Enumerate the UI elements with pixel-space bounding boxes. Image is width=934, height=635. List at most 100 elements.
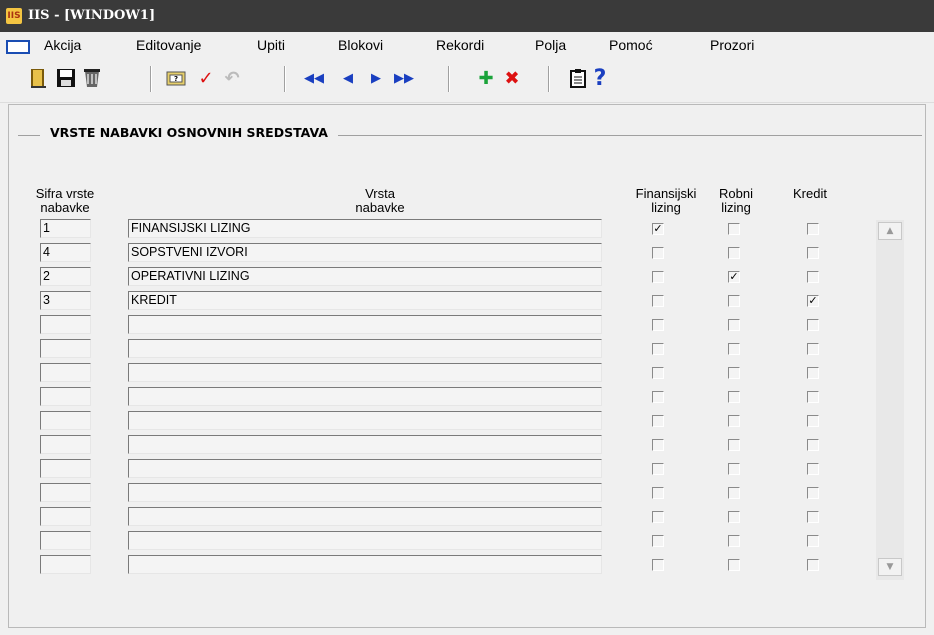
name-field[interactable] — [128, 339, 602, 358]
robni-checkbox[interactable] — [728, 223, 740, 235]
finansijski-checkbox[interactable] — [652, 487, 664, 499]
robni-checkbox[interactable] — [728, 367, 740, 379]
kredit-checkbox[interactable]: ✓ — [807, 295, 819, 307]
finansijski-checkbox[interactable] — [652, 271, 664, 283]
finansijski-checkbox[interactable] — [652, 463, 664, 475]
code-field[interactable] — [40, 459, 91, 478]
finansijski-checkbox[interactable] — [652, 559, 664, 571]
finansijski-checkbox[interactable] — [652, 415, 664, 427]
code-field[interactable] — [40, 411, 91, 430]
save-icon[interactable] — [54, 66, 78, 90]
finansijski-checkbox[interactable] — [652, 247, 664, 259]
finansijski-checkbox[interactable] — [652, 295, 664, 307]
list-icon[interactable] — [566, 66, 590, 90]
undo-icon[interactable]: ↶ — [220, 66, 244, 90]
kredit-checkbox[interactable] — [807, 487, 819, 499]
query-icon[interactable]: ? — [164, 66, 188, 90]
first-record-icon[interactable]: ◀◀ — [300, 66, 328, 90]
kredit-checkbox[interactable] — [807, 439, 819, 451]
kredit-checkbox[interactable] — [807, 511, 819, 523]
finansijski-checkbox[interactable] — [652, 343, 664, 355]
robni-checkbox[interactable] — [728, 295, 740, 307]
execute-check-icon[interactable]: ✓ — [194, 66, 218, 90]
name-field[interactable] — [128, 435, 602, 454]
robni-checkbox[interactable] — [728, 487, 740, 499]
scroll-down-button[interactable]: ▼ — [878, 558, 902, 576]
name-field[interactable] — [128, 483, 602, 502]
menu-polja[interactable]: Polja — [535, 37, 566, 53]
menu-prozori[interactable]: Prozori — [710, 37, 754, 53]
name-field[interactable]: KREDIT — [128, 291, 602, 310]
kredit-checkbox[interactable] — [807, 391, 819, 403]
kredit-checkbox[interactable] — [807, 247, 819, 259]
code-field[interactable] — [40, 435, 91, 454]
menu-akcija[interactable]: Akcija — [44, 37, 81, 53]
finansijski-checkbox[interactable] — [652, 535, 664, 547]
code-field[interactable] — [40, 507, 91, 526]
code-field[interactable] — [40, 363, 91, 382]
kredit-checkbox[interactable] — [807, 463, 819, 475]
robni-checkbox[interactable] — [728, 319, 740, 331]
window-menu-icon[interactable] — [6, 40, 30, 54]
kredit-checkbox[interactable] — [807, 535, 819, 547]
robni-checkbox[interactable] — [728, 415, 740, 427]
name-field[interactable]: OPERATIVNI LIZING — [128, 267, 602, 286]
robni-checkbox[interactable] — [728, 559, 740, 571]
kredit-checkbox[interactable] — [807, 271, 819, 283]
code-field[interactable] — [40, 387, 91, 406]
finansijski-checkbox[interactable] — [652, 319, 664, 331]
previous-record-icon[interactable]: ◀ — [336, 66, 360, 90]
last-record-icon[interactable]: ▶▶ — [390, 66, 418, 90]
next-record-icon[interactable]: ▶ — [364, 66, 388, 90]
kredit-checkbox[interactable] — [807, 319, 819, 331]
name-field[interactable] — [128, 411, 602, 430]
code-field[interactable] — [40, 555, 91, 574]
name-field[interactable] — [128, 387, 602, 406]
robni-checkbox[interactable]: ✓ — [728, 271, 740, 283]
kredit-checkbox[interactable] — [807, 223, 819, 235]
code-field[interactable]: 1 — [40, 219, 91, 238]
exit-icon[interactable] — [26, 66, 50, 90]
finansijski-checkbox[interactable] — [652, 511, 664, 523]
code-field[interactable] — [40, 339, 91, 358]
robni-checkbox[interactable] — [728, 535, 740, 547]
code-field[interactable]: 4 — [40, 243, 91, 262]
code-field[interactable]: 2 — [40, 267, 91, 286]
robni-checkbox[interactable] — [728, 511, 740, 523]
kredit-checkbox[interactable] — [807, 559, 819, 571]
menu-upiti[interactable]: Upiti — [257, 37, 285, 53]
name-field[interactable] — [128, 531, 602, 550]
delete-record-icon[interactable]: ✖ — [500, 66, 524, 90]
name-field[interactable]: SOPSTVENI IZVORI — [128, 243, 602, 262]
robni-checkbox[interactable] — [728, 391, 740, 403]
vertical-scrollbar[interactable]: ▲ ▼ — [876, 220, 904, 580]
robni-checkbox[interactable] — [728, 343, 740, 355]
menu-blokovi[interactable]: Blokovi — [338, 37, 383, 53]
name-field[interactable] — [128, 459, 602, 478]
menu-rekordi[interactable]: Rekordi — [436, 37, 484, 53]
name-field[interactable] — [128, 507, 602, 526]
robni-checkbox[interactable] — [728, 247, 740, 259]
print-icon[interactable] — [80, 66, 104, 90]
name-field[interactable] — [128, 555, 602, 574]
code-field[interactable] — [40, 531, 91, 550]
name-field[interactable] — [128, 363, 602, 382]
kredit-checkbox[interactable] — [807, 343, 819, 355]
robni-checkbox[interactable] — [728, 439, 740, 451]
code-field[interactable]: 3 — [40, 291, 91, 310]
finansijski-checkbox[interactable]: ✓ — [652, 223, 664, 235]
name-field[interactable]: FINANSIJSKI LIZING — [128, 219, 602, 238]
help-icon[interactable]: ? — [588, 66, 612, 91]
name-field[interactable] — [128, 315, 602, 334]
scroll-up-button[interactable]: ▲ — [878, 222, 902, 240]
kredit-checkbox[interactable] — [807, 367, 819, 379]
code-field[interactable] — [40, 483, 91, 502]
menu-pomoc[interactable]: Pomoć — [609, 37, 653, 53]
insert-record-icon[interactable]: ✚ — [474, 66, 498, 90]
menu-editovanje[interactable]: Editovanje — [136, 37, 201, 53]
kredit-checkbox[interactable] — [807, 415, 819, 427]
robni-checkbox[interactable] — [728, 463, 740, 475]
finansijski-checkbox[interactable] — [652, 367, 664, 379]
finansijski-checkbox[interactable] — [652, 439, 664, 451]
code-field[interactable] — [40, 315, 91, 334]
